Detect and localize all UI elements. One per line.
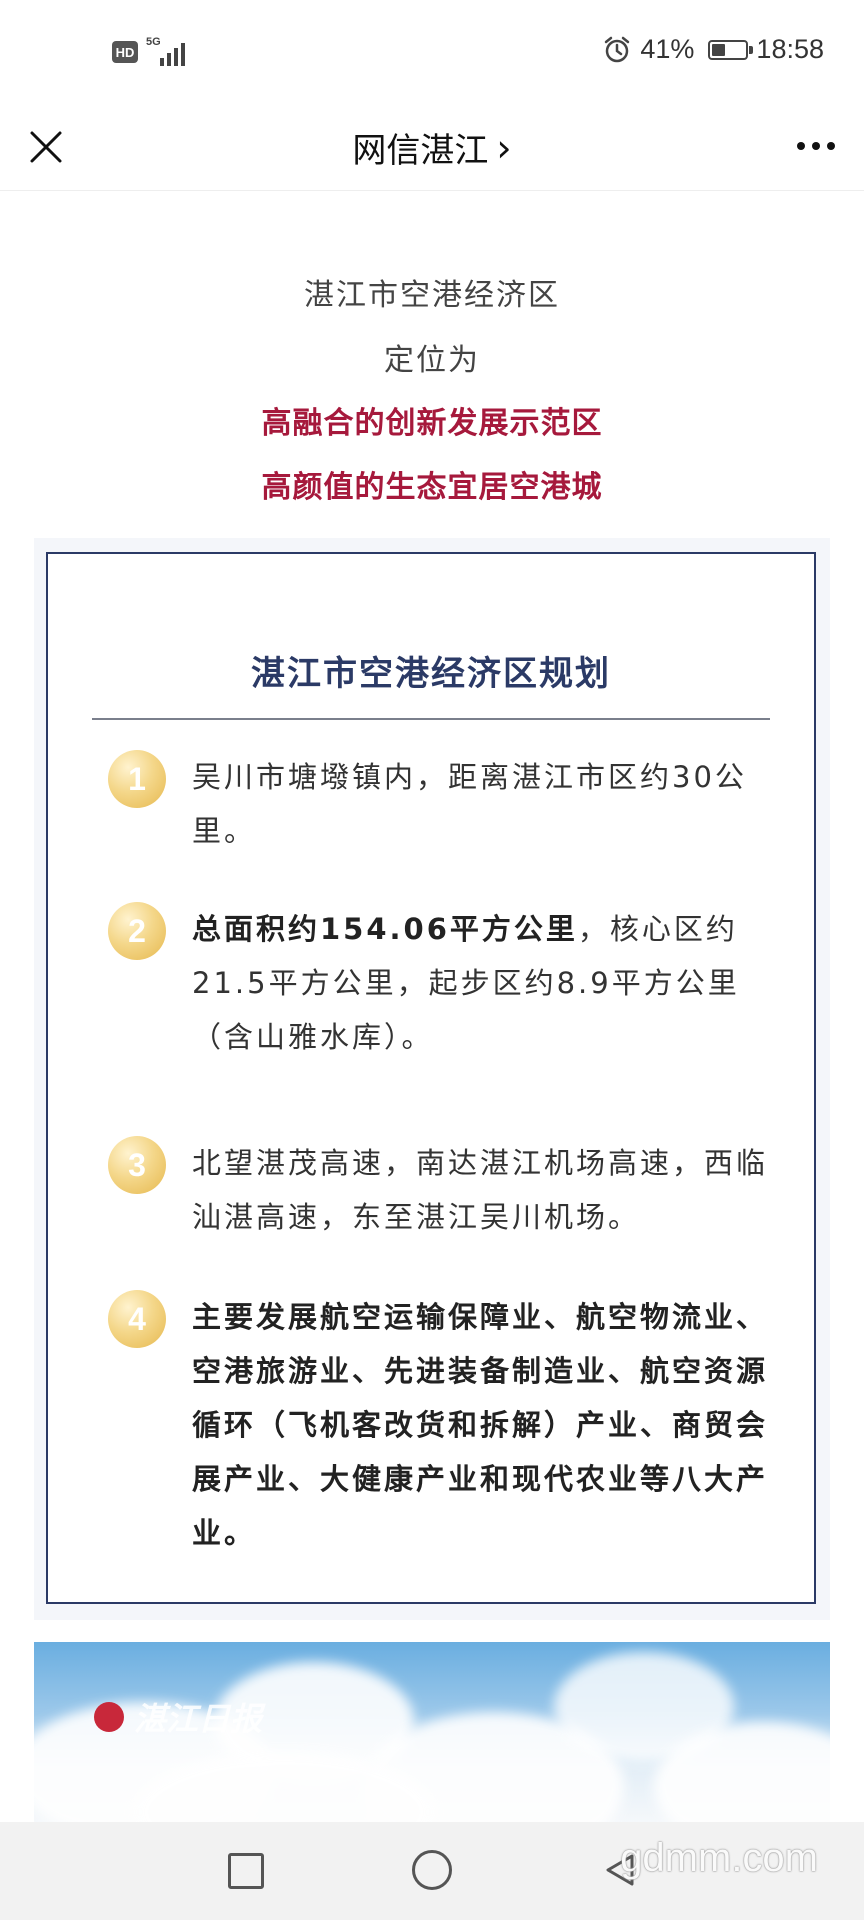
positioning-highlight-2: 高颜值的生态宜居空港城	[261, 470, 603, 505]
alarm-icon	[605, 36, 630, 62]
hd-badge: HD	[112, 41, 138, 63]
clock: 18:58	[756, 34, 824, 64]
status-left: HD 5G	[112, 36, 192, 68]
recent-apps-button[interactable]	[228, 1853, 264, 1889]
intro-line-1: 湛江市空港经济区	[304, 278, 560, 313]
home-button[interactable]	[412, 1850, 452, 1890]
number-badge: 1	[108, 750, 166, 808]
more-dot	[812, 142, 820, 150]
logo-text: 湛江日报	[134, 1700, 263, 1738]
logo-mark-icon	[94, 1702, 124, 1732]
plan-card: 湛江市空港经济区规划 1 吴川市塘墢镇内，距离湛江市区约30公里。 2 总面积约…	[46, 552, 816, 1604]
intro-line-2: 定位为	[384, 343, 480, 378]
account-title-link[interactable]: 网信湛江 ›	[0, 123, 864, 172]
page-title: 网信湛江	[352, 131, 489, 171]
divider	[92, 718, 770, 720]
number-badge: 3	[108, 1136, 166, 1194]
battery-icon	[708, 39, 754, 60]
more-button[interactable]	[790, 131, 842, 161]
plan-item-bold: 主要发展航空运输保障业、航空物流业、空港旅游业、先进装备制造业、航空资源循环（飞…	[192, 1300, 769, 1550]
plan-section: 湛江市空港经济区规划 1 吴川市塘墢镇内，距离湛江市区约30公里。 2 总面积约…	[34, 538, 830, 1620]
sky-image: 湛江日报	[34, 1642, 830, 1822]
network-type: 5G	[146, 36, 161, 48]
newspaper-logo: 湛江日报	[94, 1694, 262, 1740]
plan-item-body: 吴川市塘墢镇内，距离湛江市区约30公里。	[192, 760, 747, 848]
signal-icon: 5G	[146, 36, 192, 68]
system-nav-bar: gdmm.com	[0, 1822, 864, 1920]
number-badge: 2	[108, 902, 166, 960]
positioning-highlight-1: 高融合的创新发展示范区	[261, 406, 603, 441]
more-dot	[827, 142, 835, 150]
watermark: gdmm.com	[620, 1836, 818, 1880]
plan-item-text: 主要发展航空运输保障业、航空物流业、空港旅游业、先进装备制造业、航空资源循环（飞…	[192, 1290, 772, 1560]
plan-item-text: 北望湛茂高速，南达湛江机场高速，西临汕湛高速，东至湛江吴川机场。	[192, 1136, 772, 1244]
plan-title: 湛江市空港经济区规划	[251, 654, 611, 694]
top-nav-bar: 网信湛江 ›	[0, 105, 864, 191]
plan-item-bold: 总面积约154.06平方公里	[192, 912, 578, 946]
plan-item-text: 总面积约154.06平方公里，核心区约21.5平方公里，起步区约8.9平方公里（…	[192, 902, 772, 1064]
status-right: 41% 18:58	[602, 34, 824, 65]
more-dot	[797, 142, 805, 150]
status-bar: HD 5G 41% 18:58	[0, 0, 864, 105]
battery-percent: 41%	[640, 34, 695, 64]
number-badge: 4	[108, 1290, 166, 1348]
plan-item-text: 吴川市塘墢镇内，距离湛江市区约30公里。	[192, 750, 772, 858]
chevron-right-icon: ›	[496, 125, 512, 170]
plan-item-body: 北望湛茂高速，南达湛江机场高速，西临汕湛高速，东至湛江吴川机场。	[192, 1146, 769, 1234]
